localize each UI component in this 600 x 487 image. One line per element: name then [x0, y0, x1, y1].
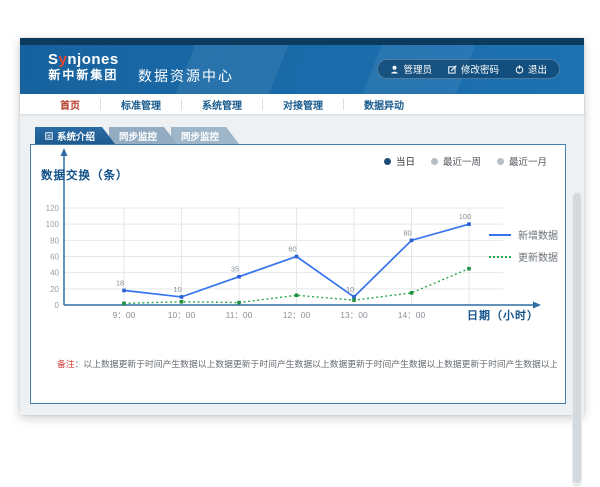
y-tick-label: 20 — [50, 285, 59, 294]
x-tick-label: 11：00 — [226, 310, 253, 320]
data-point — [410, 239, 414, 243]
tab-sync-monitor-2[interactable]: 同步监控 — [171, 127, 239, 144]
tab-system-intro[interactable]: 系统介绍 — [35, 127, 115, 144]
power-icon — [515, 65, 524, 74]
logo-text: S — [48, 51, 59, 68]
point-value-label: 18 — [116, 278, 124, 287]
document-icon — [45, 132, 53, 140]
chart-legend: 新增数据 更新数据 — [489, 227, 558, 264]
edit-icon — [448, 65, 457, 74]
brand-logo-en: Synjones — [48, 52, 119, 68]
brand-company-name: 新中新集团 — [48, 68, 119, 83]
data-point — [122, 289, 126, 293]
logo-text-rest: njones — [67, 51, 118, 68]
user-icon — [390, 65, 399, 74]
solid-line-swatch — [489, 234, 511, 236]
point-value-label: 35 — [231, 265, 239, 274]
time-range-radios: 当日 最近一周 最近一月 — [384, 154, 547, 168]
logout-label: 退出 — [528, 62, 547, 76]
point-value-label: 10 — [173, 285, 181, 294]
main-nav: 首页 标准管理 系统管理 对接管理 数据异动 — [20, 94, 584, 114]
data-point — [467, 267, 471, 271]
point-value-label: 60 — [288, 245, 296, 254]
x-tick-label: 9：00 — [113, 310, 136, 320]
data-point — [180, 300, 184, 304]
data-point — [295, 255, 299, 259]
data-point — [352, 298, 356, 302]
x-tick-label: 14：00 — [398, 310, 426, 320]
radio-today[interactable]: 当日 — [384, 154, 415, 168]
dotted-line-swatch — [489, 256, 511, 258]
nav-item-home[interactable]: 首页 — [40, 97, 100, 112]
y-axis-title: 数据交换（条） — [41, 167, 129, 183]
radio-dot-icon — [497, 158, 504, 165]
y-tick-label: 0 — [55, 301, 60, 310]
nav-item-standard-mgmt[interactable]: 标准管理 — [101, 97, 181, 112]
tab-label: 系统介绍 — [57, 129, 95, 143]
point-value-label: 100 — [459, 212, 472, 221]
legend-label: 新增数据 — [518, 227, 558, 242]
y-tick-label: 40 — [50, 269, 59, 278]
scrollbar-thumb[interactable] — [573, 193, 581, 483]
data-point — [352, 295, 356, 299]
data-point — [410, 291, 414, 295]
chart-panel: 0 20 40 60 80 100 120 9：00 10：00 11：00 12：00 13：00 1… — [30, 144, 566, 404]
point-value-label: 10 — [346, 285, 354, 294]
data-point — [180, 295, 184, 299]
tab-bar: 系统介绍 同步监控 同步监控 — [35, 127, 239, 144]
nav-item-system-mgmt[interactable]: 系统管理 — [182, 97, 262, 112]
nav-item-interface-mgmt[interactable]: 对接管理 — [263, 97, 343, 112]
data-point — [295, 294, 299, 298]
change-password-button[interactable]: 修改密码 — [448, 62, 499, 76]
radio-label: 最近一周 — [443, 154, 481, 168]
x-axis-title: 日期（小时） — [467, 307, 539, 323]
page-title: 数据资源中心 — [138, 66, 234, 86]
footnote: 备注：以上数据更新于时间产生数据以上数据更新于时间产生数据以上数据更新于时间产生… — [57, 357, 557, 370]
data-point — [237, 301, 241, 305]
change-password-label: 修改密码 — [461, 62, 499, 76]
radio-dot-icon — [384, 158, 391, 165]
footnote-text: ：以上数据更新于时间产生数据以上数据更新于时间产生数据以上数据更新于时间产生数据… — [75, 359, 557, 369]
top-dark-strip — [20, 38, 584, 45]
app-window: Synjones 新中新集团 数据资源中心 管理员 修改密码 退出 首页 标准管… — [20, 38, 584, 415]
y-tick-label: 120 — [46, 204, 60, 213]
y-axis-arrow — [61, 148, 68, 156]
scrollbar[interactable] — [572, 192, 582, 487]
radio-label: 当日 — [396, 154, 415, 168]
y-tick-label: 100 — [46, 220, 60, 229]
legend-item-new-data[interactable]: 新增数据 — [489, 227, 558, 242]
radio-dot-icon — [431, 158, 438, 165]
radio-label: 最近一月 — [509, 154, 547, 168]
radio-last-week[interactable]: 最近一周 — [431, 154, 481, 168]
x-tick-label: 12：00 — [283, 310, 311, 320]
legend-label: 更新数据 — [518, 249, 558, 264]
data-point — [122, 302, 126, 306]
data-point — [467, 222, 471, 226]
tab-label: 同步监控 — [181, 129, 219, 143]
legend-item-updated-data[interactable]: 更新数据 — [489, 249, 558, 264]
user-toolbar: 管理员 修改密码 退出 — [377, 59, 560, 79]
content-area: 系统介绍 同步监控 同步监控 0 20 40 60 80 100 120 9：00 10：00 1… — [20, 114, 584, 415]
username-label: 管理员 — [403, 62, 432, 76]
y-tick-label: 80 — [50, 236, 59, 245]
brand-logo: Synjones 新中新集团 — [48, 52, 119, 83]
footnote-label: 备注 — [57, 359, 75, 369]
y-tick-label: 60 — [50, 253, 59, 262]
tab-label: 同步监控 — [119, 129, 157, 143]
point-value-label: 80 — [403, 228, 411, 237]
radio-last-month[interactable]: 最近一月 — [497, 154, 547, 168]
tab-sync-monitor-1[interactable]: 同步监控 — [109, 127, 177, 144]
logout-button[interactable]: 退出 — [515, 62, 547, 76]
data-point — [237, 275, 241, 279]
current-user-button[interactable]: 管理员 — [390, 62, 432, 76]
nav-item-data-change[interactable]: 数据异动 — [344, 97, 424, 112]
x-tick-label: 13：00 — [340, 310, 368, 320]
x-tick-label: 10：00 — [168, 310, 196, 320]
app-header: Synjones 新中新集团 数据资源中心 管理员 修改密码 退出 — [20, 45, 584, 94]
